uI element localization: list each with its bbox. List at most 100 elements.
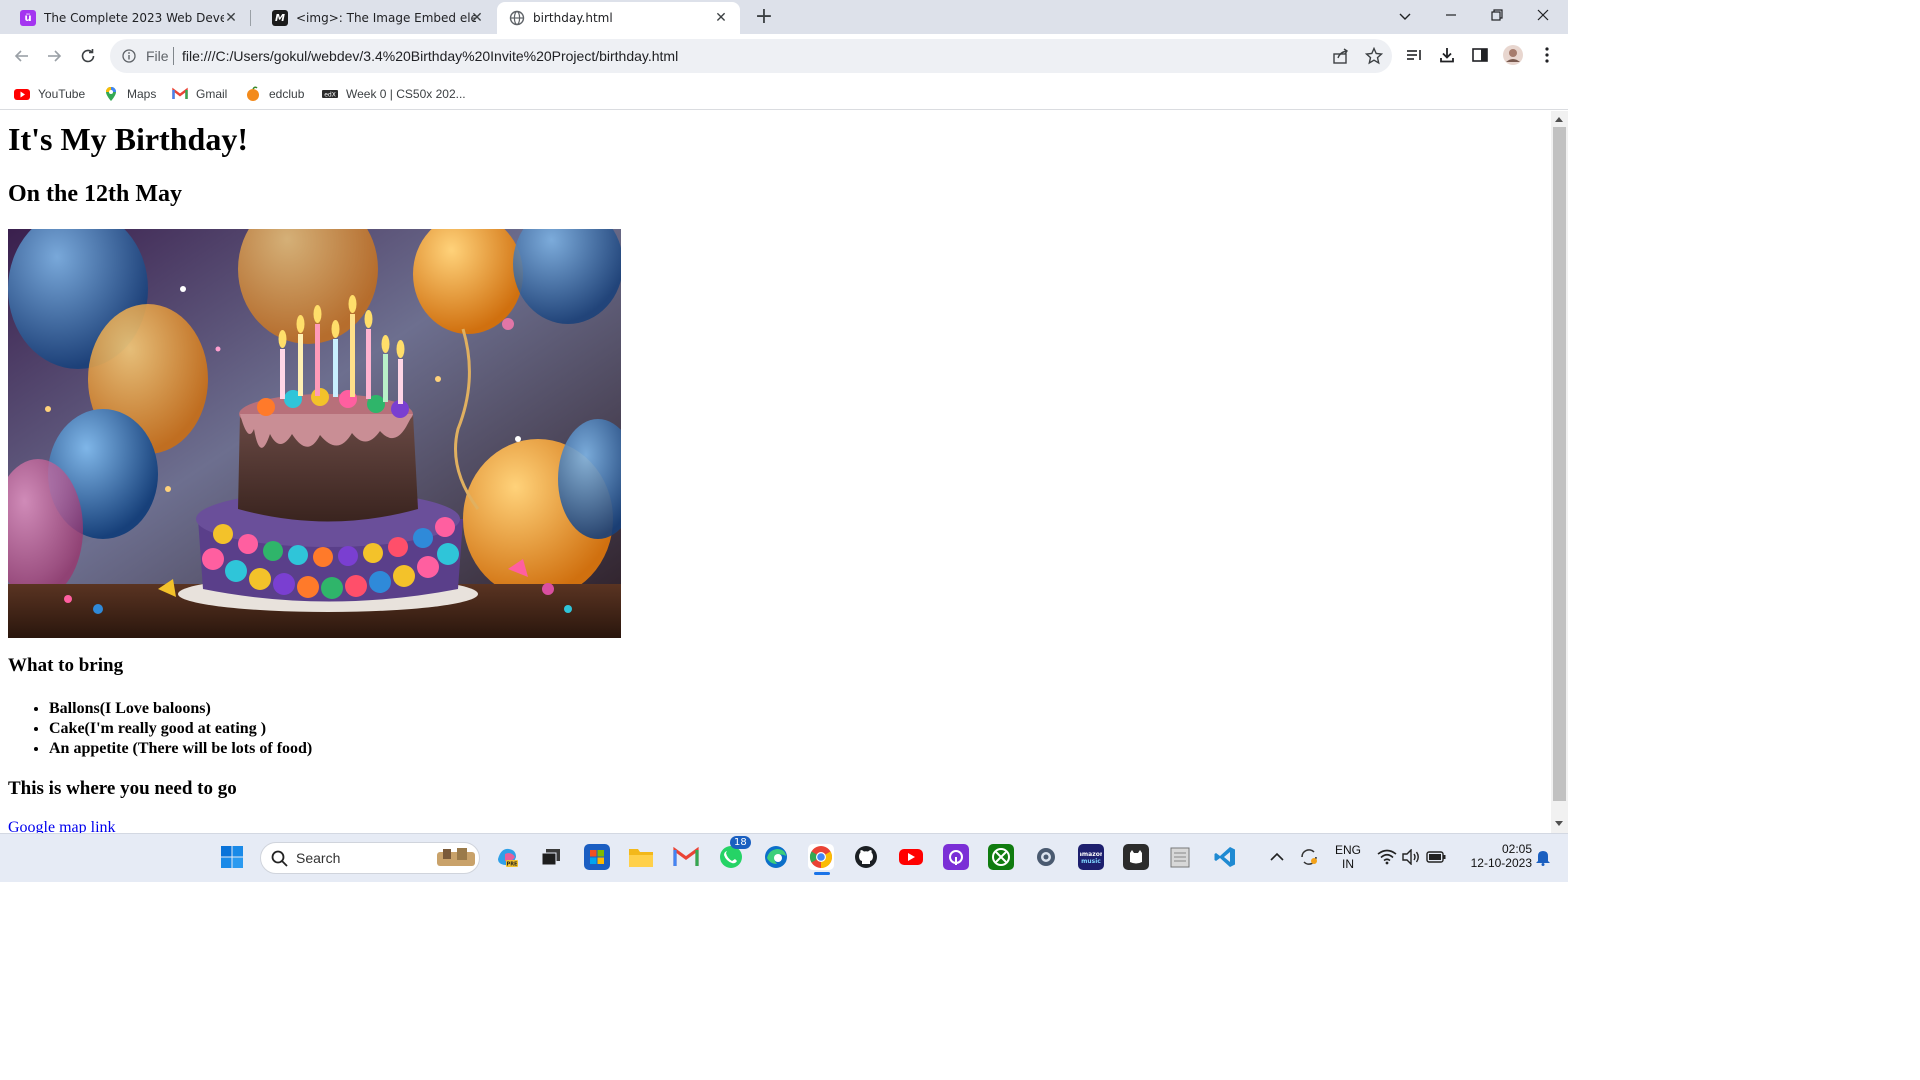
- globe-icon: [509, 10, 525, 26]
- browser-toolbar: File file:///C:/Users/gokul/webdev/3.4%2…: [0, 34, 1568, 78]
- mdn-icon: M: [272, 10, 288, 26]
- list-item: Cake(I'm really good at eating ): [49, 719, 312, 739]
- back-button[interactable]: [8, 42, 36, 70]
- bookmark-label: Week 0 | CS50x 202...: [346, 87, 466, 101]
- whatsapp-icon[interactable]: 18: [718, 836, 751, 870]
- tab-strip: ü The Complete 2023 Web Develop ✕ M <img…: [0, 0, 1568, 34]
- restore-button[interactable]: [1474, 4, 1520, 30]
- task-view-icon[interactable]: [538, 844, 564, 870]
- forward-button[interactable]: [40, 42, 68, 70]
- page-title: It's My Birthday!: [8, 121, 248, 157]
- notepad-icon[interactable]: [1167, 844, 1193, 870]
- reading-list-icon[interactable]: [1403, 44, 1425, 66]
- side-panel-icon[interactable]: [1469, 44, 1491, 66]
- tab-birthday[interactable]: birthday.html ✕: [497, 2, 740, 34]
- vscode-icon[interactable]: [1212, 844, 1238, 870]
- gmail-taskbar-icon[interactable]: [673, 844, 699, 870]
- bookmark-label: YouTube: [38, 87, 86, 101]
- bookmarks-bar: YouTube Maps Gmail edclub edX Week 0 | C…: [0, 78, 1568, 110]
- bring-list: Ballons(I Love baloons) Cake(I'm really …: [8, 699, 312, 759]
- youtube-icon: [14, 86, 30, 102]
- address-bar[interactable]: File file:///C:/Users/gokul/webdev/3.4%2…: [110, 39, 1392, 73]
- svg-text:music: music: [1081, 858, 1101, 865]
- bookmark-label: edclub: [269, 87, 305, 101]
- download-icon[interactable]: [1436, 44, 1458, 66]
- language-code: ENG: [1334, 843, 1361, 857]
- arrow-right-icon: [48, 50, 62, 62]
- xbox-icon[interactable]: [988, 844, 1014, 870]
- bookmark-youtube[interactable]: YouTube: [14, 84, 85, 104]
- tab-mdn[interactable]: M <img>: The Image Embed eleme ✕: [252, 2, 496, 34]
- list-item: Ballons(I Love baloons): [49, 699, 312, 719]
- search-label: Search: [296, 850, 341, 866]
- cs50-icon: edX: [322, 86, 338, 102]
- where-heading: This is where you need to go: [8, 778, 237, 799]
- tab-separator: [250, 10, 251, 26]
- chevron-up-icon[interactable]: [1264, 844, 1290, 870]
- close-icon[interactable]: ✕: [468, 9, 486, 27]
- close-icon[interactable]: ✕: [712, 9, 730, 27]
- edge-icon[interactable]: [763, 844, 789, 870]
- proton-vpn-icon[interactable]: [943, 844, 969, 870]
- bookmark-cs50[interactable]: edX Week 0 | CS50x 202...: [322, 84, 466, 104]
- gmail-icon: [172, 86, 188, 102]
- url-text[interactable]: file:///C:/Users/gokul/webdev/3.4%20Birt…: [182, 48, 678, 64]
- clock-time: 02:05: [1501, 842, 1532, 856]
- tab-title: <img>: The Image Embed eleme: [296, 11, 476, 25]
- bookmark-edclub[interactable]: edclub: [245, 84, 304, 104]
- scroll-up-arrow-icon[interactable]: [1555, 117, 1563, 122]
- clock[interactable]: 02:05 12-10-2023: [1452, 842, 1532, 870]
- svg-text:amazon: amazon: [1080, 851, 1102, 858]
- tab-search-chevron-icon[interactable]: [1382, 4, 1428, 30]
- microsoft-store-icon[interactable]: [584, 844, 610, 870]
- reload-button[interactable]: [74, 42, 102, 70]
- youtube-taskbar-icon[interactable]: [898, 844, 924, 870]
- menu-kebab-icon[interactable]: [1536, 44, 1558, 66]
- info-icon[interactable]: [122, 48, 136, 67]
- copilot-icon[interactable]: PRE: [494, 844, 520, 870]
- tab-udemy[interactable]: ü The Complete 2023 Web Develop ✕: [0, 2, 250, 34]
- amazon-music-icon[interactable]: amazonmusic: [1078, 844, 1104, 870]
- bookmark-gmail[interactable]: Gmail: [172, 84, 227, 104]
- language-indicator[interactable]: ENG IN: [1330, 843, 1366, 871]
- taskbar-search[interactable]: Search: [260, 842, 480, 874]
- edclub-icon: [245, 86, 261, 102]
- app-cat-icon[interactable]: [1123, 844, 1149, 870]
- tab-title: birthday.html: [533, 11, 613, 25]
- volume-icon[interactable]: [1398, 844, 1424, 870]
- svg-text:edX: edX: [324, 92, 336, 99]
- google-map-link[interactable]: Google map link: [8, 819, 116, 833]
- windows-start-icon[interactable]: [219, 844, 245, 870]
- close-window-button[interactable]: [1520, 4, 1566, 30]
- close-icon[interactable]: ✕: [222, 9, 240, 27]
- battery-icon[interactable]: [1423, 844, 1449, 870]
- sync-icon[interactable]: [1296, 844, 1322, 870]
- minimize-button[interactable]: [1428, 4, 1474, 30]
- bookmark-maps[interactable]: Maps: [103, 84, 156, 104]
- wifi-icon[interactable]: [1374, 844, 1400, 870]
- bookmark-star-icon[interactable]: [1364, 46, 1385, 67]
- active-app-indicator: [814, 872, 830, 875]
- profile-avatar[interactable]: [1502, 44, 1524, 66]
- page-scrollbar[interactable]: [1551, 111, 1568, 833]
- chrome-icon[interactable]: [808, 844, 834, 875]
- date-heading: On the 12th May: [8, 181, 182, 207]
- settings-gear-icon[interactable]: [1033, 844, 1059, 870]
- search-icon: [271, 850, 288, 871]
- scheme-label: File: [146, 48, 169, 64]
- bookmark-label: Gmail: [196, 87, 228, 101]
- file-explorer-icon[interactable]: [628, 844, 654, 870]
- notification-badge: 18: [730, 836, 751, 849]
- clock-date: 12-10-2023: [1470, 856, 1532, 870]
- scrollbar-thumb[interactable]: [1553, 127, 1566, 801]
- udemy-icon: ü: [20, 10, 36, 26]
- new-tab-button[interactable]: +: [752, 6, 776, 30]
- search-highlight-icon: [435, 846, 477, 874]
- share-icon[interactable]: [1332, 47, 1352, 67]
- windows-taskbar: Search PRE 18 amazonmu: [0, 833, 1568, 882]
- region-code: IN: [1342, 857, 1354, 871]
- scroll-down-arrow-icon[interactable]: [1555, 821, 1563, 826]
- notification-bell-icon[interactable]: [1530, 844, 1556, 870]
- github-icon[interactable]: [853, 844, 879, 870]
- list-item: An appetite (There will be lots of food): [49, 739, 312, 759]
